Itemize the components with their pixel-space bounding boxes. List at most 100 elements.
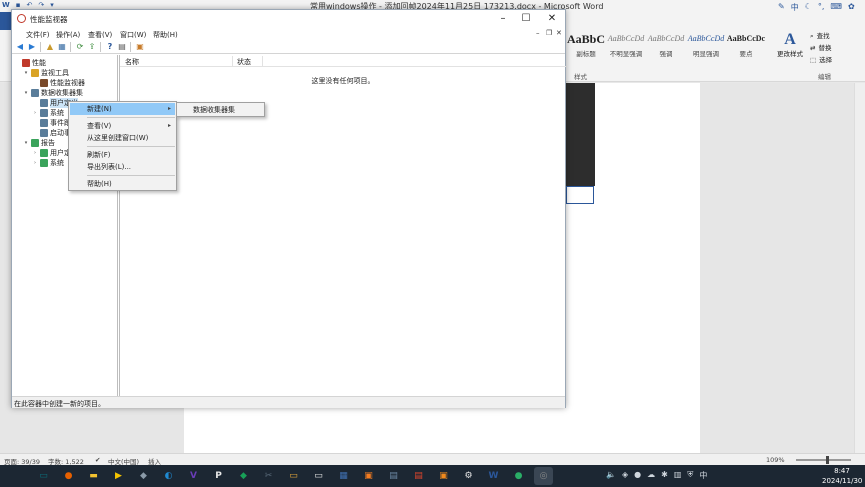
player-icon[interactable]: ▶: [109, 467, 128, 485]
diamond-icon[interactable]: ◆: [234, 467, 253, 485]
export-icon[interactable]: ⇪: [87, 42, 97, 52]
style-item[interactable]: AaBbC 副标题: [566, 30, 606, 64]
menu-item[interactable]: 操作(A): [56, 30, 80, 40]
zoom-slider-knob[interactable]: [826, 456, 829, 464]
expand-toggle-icon[interactable]: ▾: [23, 140, 29, 146]
cmd-icon[interactable]: ▭: [309, 467, 328, 485]
column-separator[interactable]: [262, 56, 263, 66]
column-name[interactable]: 名称: [125, 57, 139, 67]
terminal-icon[interactable]: ▭: [34, 467, 53, 485]
firefox-icon[interactable]: ●: [59, 467, 78, 485]
tree-node[interactable]: › 系统: [32, 158, 64, 168]
mdi-close-icon[interactable]: ✕: [556, 29, 562, 37]
back-icon[interactable]: ◀: [15, 42, 25, 52]
tree-node[interactable]: ▾ 报告: [23, 138, 55, 148]
save-icon[interactable]: ▪: [16, 1, 21, 9]
menu-item[interactable]: 帮助(H): [153, 30, 178, 40]
undo-icon[interactable]: ↶: [26, 1, 32, 9]
orange2-app-icon[interactable]: ▣: [434, 467, 453, 485]
orange-app-icon[interactable]: ▣: [359, 467, 378, 485]
shield-icon[interactable]: ⛨: [687, 470, 693, 481]
zoom-level[interactable]: 109%: [766, 456, 785, 464]
style-item[interactable]: AaBbCcDd 明显强调: [686, 30, 726, 64]
folder-icon[interactable]: ▭: [284, 467, 303, 485]
network-tray-icon[interactable]: ▥: [674, 470, 682, 481]
redo-icon[interactable]: ↷: [38, 1, 44, 9]
submenu-item-data-collector-set[interactable]: 数据收集器集: [178, 104, 263, 116]
close-button[interactable]: ✕: [541, 12, 563, 26]
app-icon[interactable]: ◆: [134, 467, 153, 485]
notepad-icon[interactable]: ▤: [384, 467, 403, 485]
context-menu-item[interactable]: 导出列表(L)...: [70, 161, 175, 173]
expand-toggle-icon[interactable]: ›: [32, 150, 38, 156]
network-icon[interactable]: ▦: [334, 467, 353, 485]
edge-icon[interactable]: ◐: [159, 467, 178, 485]
explorer-icon[interactable]: ▬: [84, 467, 103, 485]
red-app-icon[interactable]: ▤: [409, 467, 428, 485]
style-item[interactable]: AaBbCcDd 强调: [646, 30, 686, 64]
document-selection[interactable]: [566, 186, 594, 204]
new-collector-icon[interactable]: ▣: [135, 42, 145, 52]
select-button[interactable]: ⬚ 选择: [810, 54, 832, 66]
minimize-button[interactable]: –: [492, 12, 514, 26]
red-app-icon-glyph: ▤: [414, 471, 423, 481]
properties-icon[interactable]: ▤: [117, 42, 127, 52]
column-separator[interactable]: [232, 56, 233, 66]
style-item[interactable]: AaBbCcDd 不明显强调: [606, 30, 646, 64]
expand-toggle-icon[interactable]: ▾: [23, 90, 29, 96]
input-method-icon[interactable]: 中: [699, 470, 707, 481]
tree-node[interactable]: › 用户定: [32, 148, 71, 158]
help-icon[interactable]: ?: [105, 42, 115, 52]
pycharm-icon[interactable]: P: [209, 467, 228, 485]
wechat-icon[interactable]: ●: [509, 467, 528, 485]
change-style-button[interactable]: A 更改样式: [774, 32, 806, 59]
context-menu-item[interactable]: 查看(V) ▸: [70, 120, 175, 132]
security-icon[interactable]: ◈: [622, 470, 628, 481]
replace-button[interactable]: ⇄ 替换: [810, 42, 832, 54]
document-image[interactable]: [566, 83, 595, 186]
expand-toggle-icon[interactable]: ›: [32, 160, 38, 166]
customize-icon[interactable]: ▾: [50, 1, 54, 9]
word-logo-icon[interactable]: W: [2, 1, 10, 9]
expand-toggle-icon[interactable]: ▾: [23, 70, 29, 76]
column-status[interactable]: 状态: [237, 57, 251, 67]
tree-node[interactable]: 启动事: [32, 128, 71, 138]
visual-studio-icon[interactable]: V: [184, 467, 203, 485]
up-folder-icon[interactable]: ▲: [45, 42, 55, 52]
tree-node[interactable]: 性能: [14, 58, 46, 68]
style-item[interactable]: AaBbCcDc 要点: [726, 30, 766, 64]
forward-icon[interactable]: ▶: [27, 42, 37, 52]
mute-icon[interactable]: 🔈: [606, 470, 616, 481]
tools-icon[interactable]: ✂: [259, 467, 278, 485]
wechat-tray-icon[interactable]: ●: [634, 470, 641, 481]
menu-item[interactable]: 查看(V): [88, 30, 112, 40]
menu-item[interactable]: 窗口(W): [120, 30, 146, 40]
context-menu-item[interactable]: 刷新(F): [70, 149, 175, 161]
cloud-icon[interactable]: ☁: [647, 470, 655, 481]
context-menu-item[interactable]: 帮助(H): [70, 178, 175, 190]
context-menu-item[interactable]: 新建(N) ▸: [70, 103, 175, 115]
clock[interactable]: 8:47 2024/11/30: [822, 466, 862, 486]
settings-icon[interactable]: ⚙: [459, 467, 478, 485]
perfmon-icon[interactable]: ◎: [534, 467, 553, 485]
menu-item[interactable]: 文件(F): [26, 30, 50, 40]
mdi-minimize-icon[interactable]: –: [536, 29, 540, 37]
tree-node[interactable]: 性能监视器: [32, 78, 85, 88]
perfmon-titlebar[interactable]: 性能监视器 – ☐ ✕: [12, 10, 565, 28]
expand-toggle-icon[interactable]: ›: [32, 110, 38, 116]
refresh-icon[interactable]: ⟳: [75, 42, 85, 52]
tree-node[interactable]: 事件跟: [32, 118, 71, 128]
maximize-button[interactable]: ☐: [515, 12, 537, 26]
zoom-slider[interactable]: [796, 459, 851, 461]
show-tree-icon[interactable]: ▦: [57, 42, 67, 52]
tree-node[interactable]: › 系统: [32, 108, 64, 118]
tree-node[interactable]: ▾ 监视工具: [23, 68, 69, 78]
find-button[interactable]: ⌕ 查找: [810, 30, 832, 42]
vertical-scrollbar[interactable]: [854, 83, 865, 453]
tree-node[interactable]: ▾ 数据收集器集: [23, 88, 83, 98]
mdi-restore-icon[interactable]: ❐: [546, 29, 552, 37]
proofing-icon[interactable]: ✔: [95, 456, 100, 464]
context-menu-item[interactable]: 从这里创建窗口(W): [70, 132, 175, 144]
word-icon[interactable]: W: [484, 467, 503, 485]
bluetooth-icon[interactable]: ✱: [661, 470, 668, 481]
